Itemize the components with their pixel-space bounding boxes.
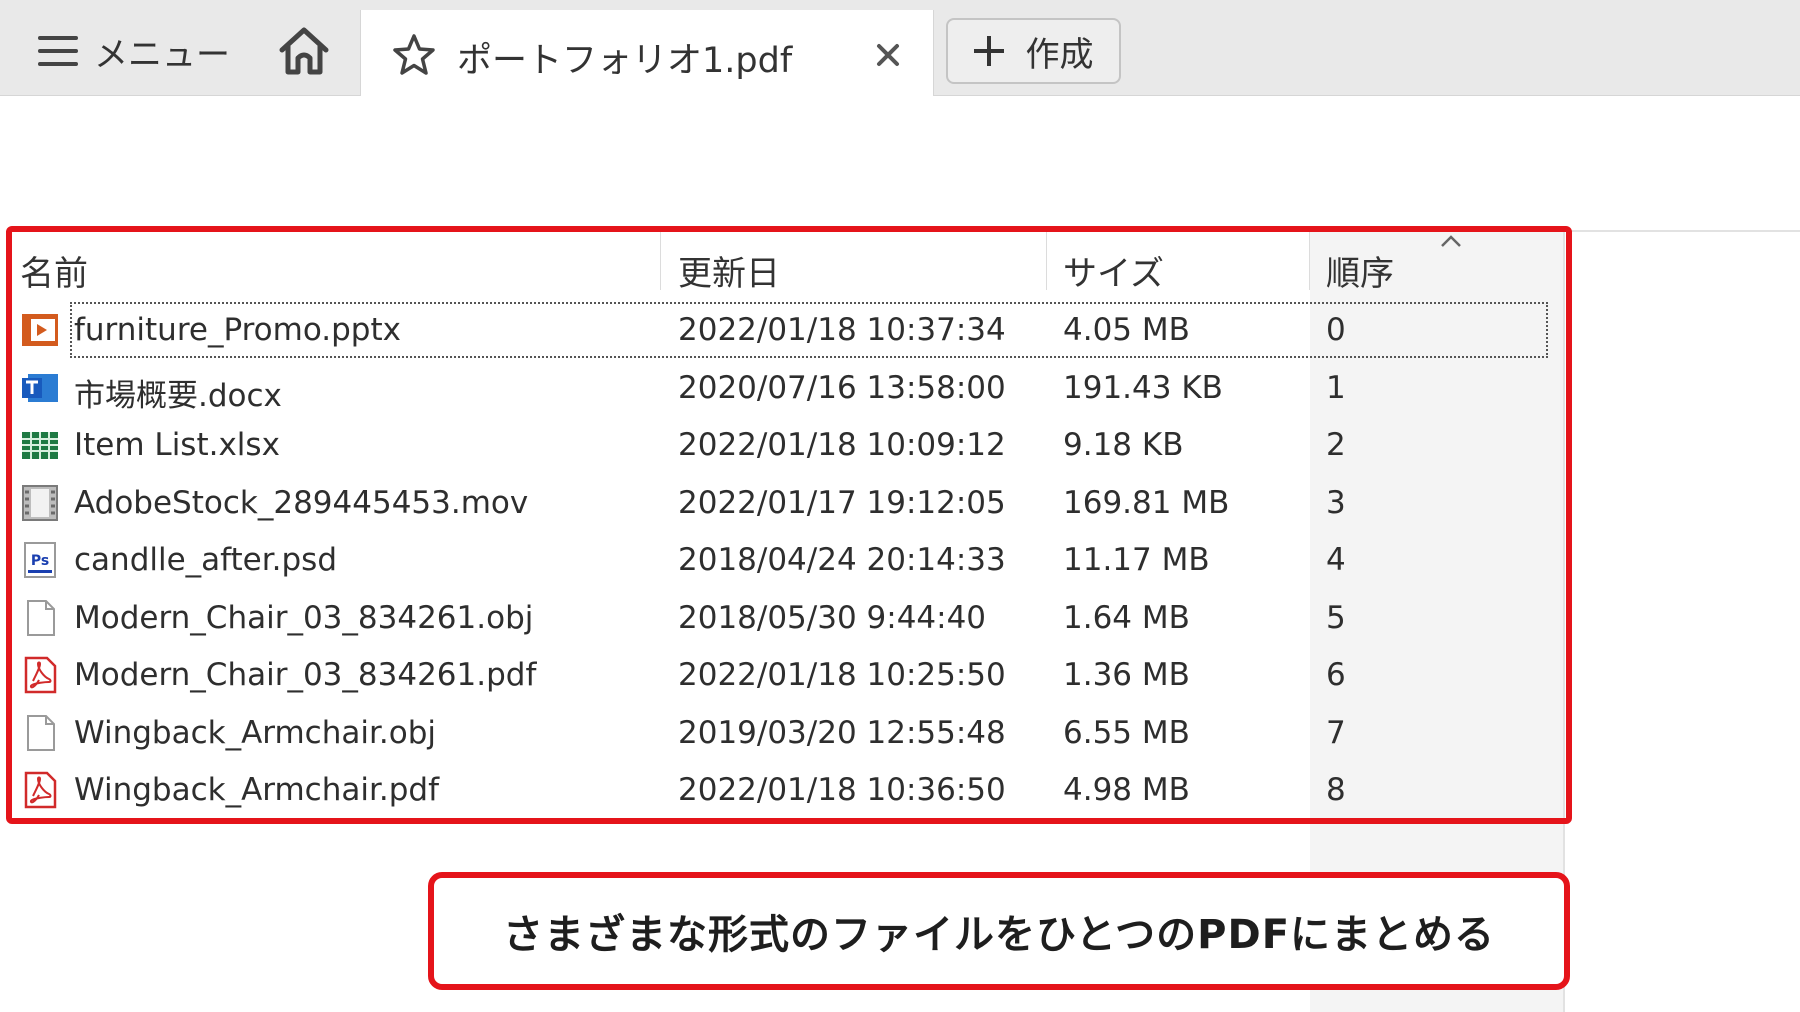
- highlight-frame: [6, 226, 1572, 824]
- home-button[interactable]: [276, 24, 332, 78]
- hamburger-icon: [38, 36, 78, 66]
- caption-text: さまざまな形式のファイルをひとつのPDFにまとめる: [502, 912, 1496, 958]
- caption-callout: さまざまな形式のファイルをひとつのPDFにまとめる: [428, 872, 1570, 990]
- tab-title: ポートフォリオ1.pdf: [457, 41, 793, 81]
- close-icon[interactable]: [871, 38, 905, 72]
- plus-icon: [973, 36, 1004, 66]
- divider: [1566, 230, 1800, 232]
- document-tab[interactable]: ポートフォリオ1.pdf: [360, 10, 934, 96]
- create-button[interactable]: 作成: [946, 18, 1121, 84]
- menu-button[interactable]: メニュー: [38, 24, 230, 78]
- top-toolbar: メニュー ポートフォリオ1.pdf 作成: [0, 0, 1800, 96]
- menu-label: メニュー: [94, 34, 230, 75]
- star-icon[interactable]: [391, 32, 437, 78]
- create-label: 作成: [1025, 34, 1094, 75]
- home-icon: [279, 27, 329, 75]
